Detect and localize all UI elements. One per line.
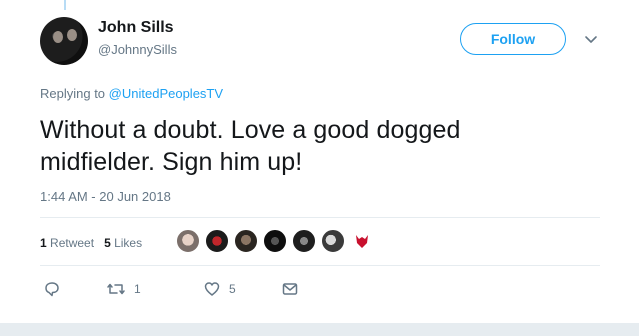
like-action[interactable]: 5 (203, 280, 236, 298)
retweet-count: 1 (134, 282, 141, 296)
envelope-icon (282, 283, 298, 295)
reply-action[interactable] (43, 280, 69, 298)
heart-icon (204, 282, 220, 296)
engagement-stats: 1 Retweet 5 Likes (40, 236, 142, 250)
like-stat-count: 5 (104, 236, 111, 250)
liker-avatar[interactable] (350, 229, 374, 253)
like-count: 5 (229, 282, 236, 296)
direct-message-action[interactable] (281, 280, 299, 298)
retweet-stat-label: Retweet (50, 236, 95, 250)
liker-avatar[interactable] (292, 229, 316, 253)
follow-button[interactable]: Follow (460, 23, 566, 55)
tweet-text-line: Without a doubt. Love a good dogged (40, 116, 461, 144)
liker-avatar[interactable] (321, 229, 345, 253)
author-handle[interactable]: @JohnnySills (98, 42, 177, 57)
liker-avatar[interactable] (234, 229, 258, 253)
tweet-text-line: midfielder. Sign him up! (40, 148, 303, 176)
divider (40, 217, 600, 218)
author-name[interactable]: John Sills (98, 19, 174, 37)
liker-avatar[interactable] (263, 229, 287, 253)
like-stat[interactable]: 5 Likes (104, 236, 142, 250)
thread-connector (64, 0, 66, 10)
chevron-down-icon[interactable] (583, 34, 599, 46)
liker-avatar[interactable] (176, 229, 200, 253)
replying-to-label: Replying to (40, 86, 106, 101)
avatar-face (67, 29, 77, 41)
like-stat-label: Likes (114, 236, 143, 250)
page-background-strip (0, 323, 639, 336)
liker-avatars (176, 229, 379, 253)
avatar-face (53, 31, 63, 43)
devil-logo-icon (356, 235, 368, 248)
avatar[interactable] (40, 17, 88, 65)
divider (40, 265, 600, 266)
liker-avatar[interactable] (205, 229, 229, 253)
retweet-stat-count: 1 (40, 236, 47, 250)
mention-link[interactable]: @UnitedPeoplesTV (109, 86, 223, 101)
reply-icon (45, 282, 59, 297)
replying-to: Replying to @UnitedPeoplesTV (40, 86, 223, 101)
retweet-stat[interactable]: 1 Retweet (40, 236, 94, 250)
tweet-actions: 1 5 (40, 280, 340, 302)
tweet-timestamp[interactable]: 1:44 AM - 20 Jun 2018 (40, 189, 171, 204)
tweet-text: Without a doubt. Love a good dogged midf… (40, 114, 580, 178)
retweet-action[interactable]: 1 (106, 280, 141, 298)
retweet-icon (107, 283, 125, 295)
